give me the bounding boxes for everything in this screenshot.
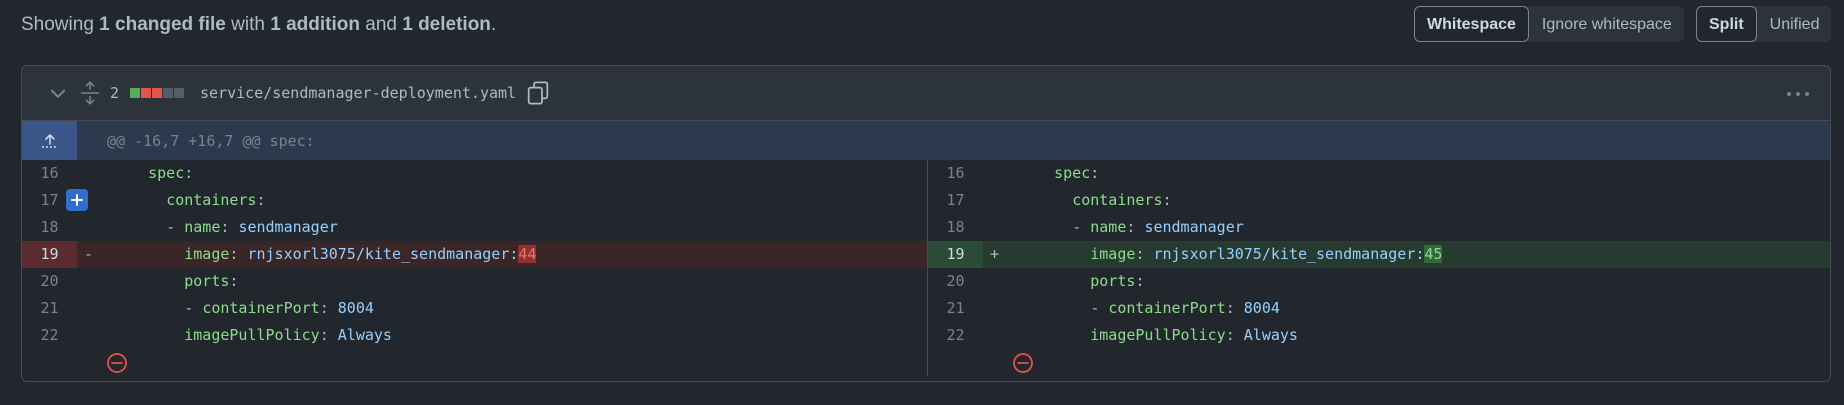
diff-line: 18 - name: sendmanager [928,214,1830,241]
expand-up-icon [41,133,58,148]
file-header: 2 service/sendmanager-deployment.yaml [22,66,1830,121]
diffstat-block [174,88,184,98]
diff-line-deleted: 19 - image: rnjsxorl3075/kite_sendmanage… [22,241,927,268]
line-number[interactable]: 22 [22,322,77,349]
additions-count: 1 addition [270,14,360,35]
deletions-count: 1 deletion [402,14,491,35]
diff-line-end [928,349,1830,376]
ignore-whitespace-button[interactable]: Ignore whitespace [1529,6,1685,42]
hunk-header-text: @@ -16,7 +16,7 @@ spec: [107,132,315,150]
expand-up-button[interactable] [22,121,77,160]
unified-view-button[interactable]: Unified [1757,6,1833,42]
diff-line: 17 containers: [22,187,927,214]
diff-right-side: 16 spec: 17 containers: 18 - name: sendm… [927,160,1830,376]
line-number[interactable]: 21 [22,295,77,322]
plus-icon [71,194,83,206]
diffstat-block [141,88,151,98]
diffstat-bar [130,88,184,98]
line-number[interactable]: 16 [928,160,983,187]
diff-left-side: 16 spec: 17 containers: 18 - name: sendm… [22,160,927,376]
line-number[interactable]: 18 [22,214,77,241]
diff-line: 21 - containerPort: 8004 [928,295,1830,322]
no-newline-icon [1013,353,1033,373]
expand-all-icon[interactable] [80,81,100,105]
diff-summary: Showing 1 changed file with 1 addition a… [21,14,497,35]
deleted-token: 44 [518,245,537,263]
deletion-marker: - [84,245,94,263]
split-view-button[interactable]: Split [1696,6,1757,42]
line-number[interactable]: 20 [928,268,983,295]
line-number[interactable]: 22 [928,322,983,349]
change-count: 2 [110,84,120,102]
diff-line: 22 imagePullPolicy: Always [928,322,1830,349]
file-path[interactable]: service/sendmanager-deployment.yaml [200,83,516,103]
line-number[interactable]: 20 [22,268,77,295]
no-newline-icon [107,353,127,373]
diff-line: 16 spec: [928,160,1830,187]
added-token: 45 [1424,245,1443,263]
addition-marker: + [990,245,1000,263]
diff-view-toggle: Split Unified [1696,6,1831,42]
diffstat-block [163,88,173,98]
chevron-down-icon[interactable] [48,83,68,103]
diff-line: 18 - name: sendmanager [22,214,927,241]
diffstat-block [152,88,162,98]
hunk-header: @@ -16,7 +16,7 @@ spec: [22,121,1830,160]
line-number[interactable]: 16 [22,160,77,187]
kebab-menu-icon[interactable] [1784,84,1812,104]
diff-line-added: 19 + image: rnjsxorl3075/kite_sendmanage… [928,241,1830,268]
line-number[interactable]: 19 [22,241,77,268]
diff-line: 22 imagePullPolicy: Always [22,322,927,349]
line-number[interactable]: 19 [928,241,983,268]
line-number[interactable]: 21 [928,295,983,322]
diff-line-end [22,349,927,376]
diff-line: 20 ports: [928,268,1830,295]
line-number[interactable]: 17 [928,187,983,214]
line-number[interactable]: 18 [928,214,983,241]
diff-line: 20 ports: [22,268,927,295]
diff-line: 21 - containerPort: 8004 [22,295,927,322]
diffstat-block [130,88,140,98]
diff-line: 16 spec: [22,160,927,187]
copy-icon[interactable] [527,81,549,105]
changed-files-count: 1 changed file [99,14,226,35]
whitespace-button[interactable]: Whitespace [1414,6,1529,42]
diff-line: 17 containers: [928,187,1830,214]
add-comment-button[interactable] [66,189,88,211]
whitespace-toggle: Whitespace Ignore whitespace [1414,6,1684,42]
file-diff: 2 service/sendmanager-deployment.yaml @@… [21,65,1831,382]
